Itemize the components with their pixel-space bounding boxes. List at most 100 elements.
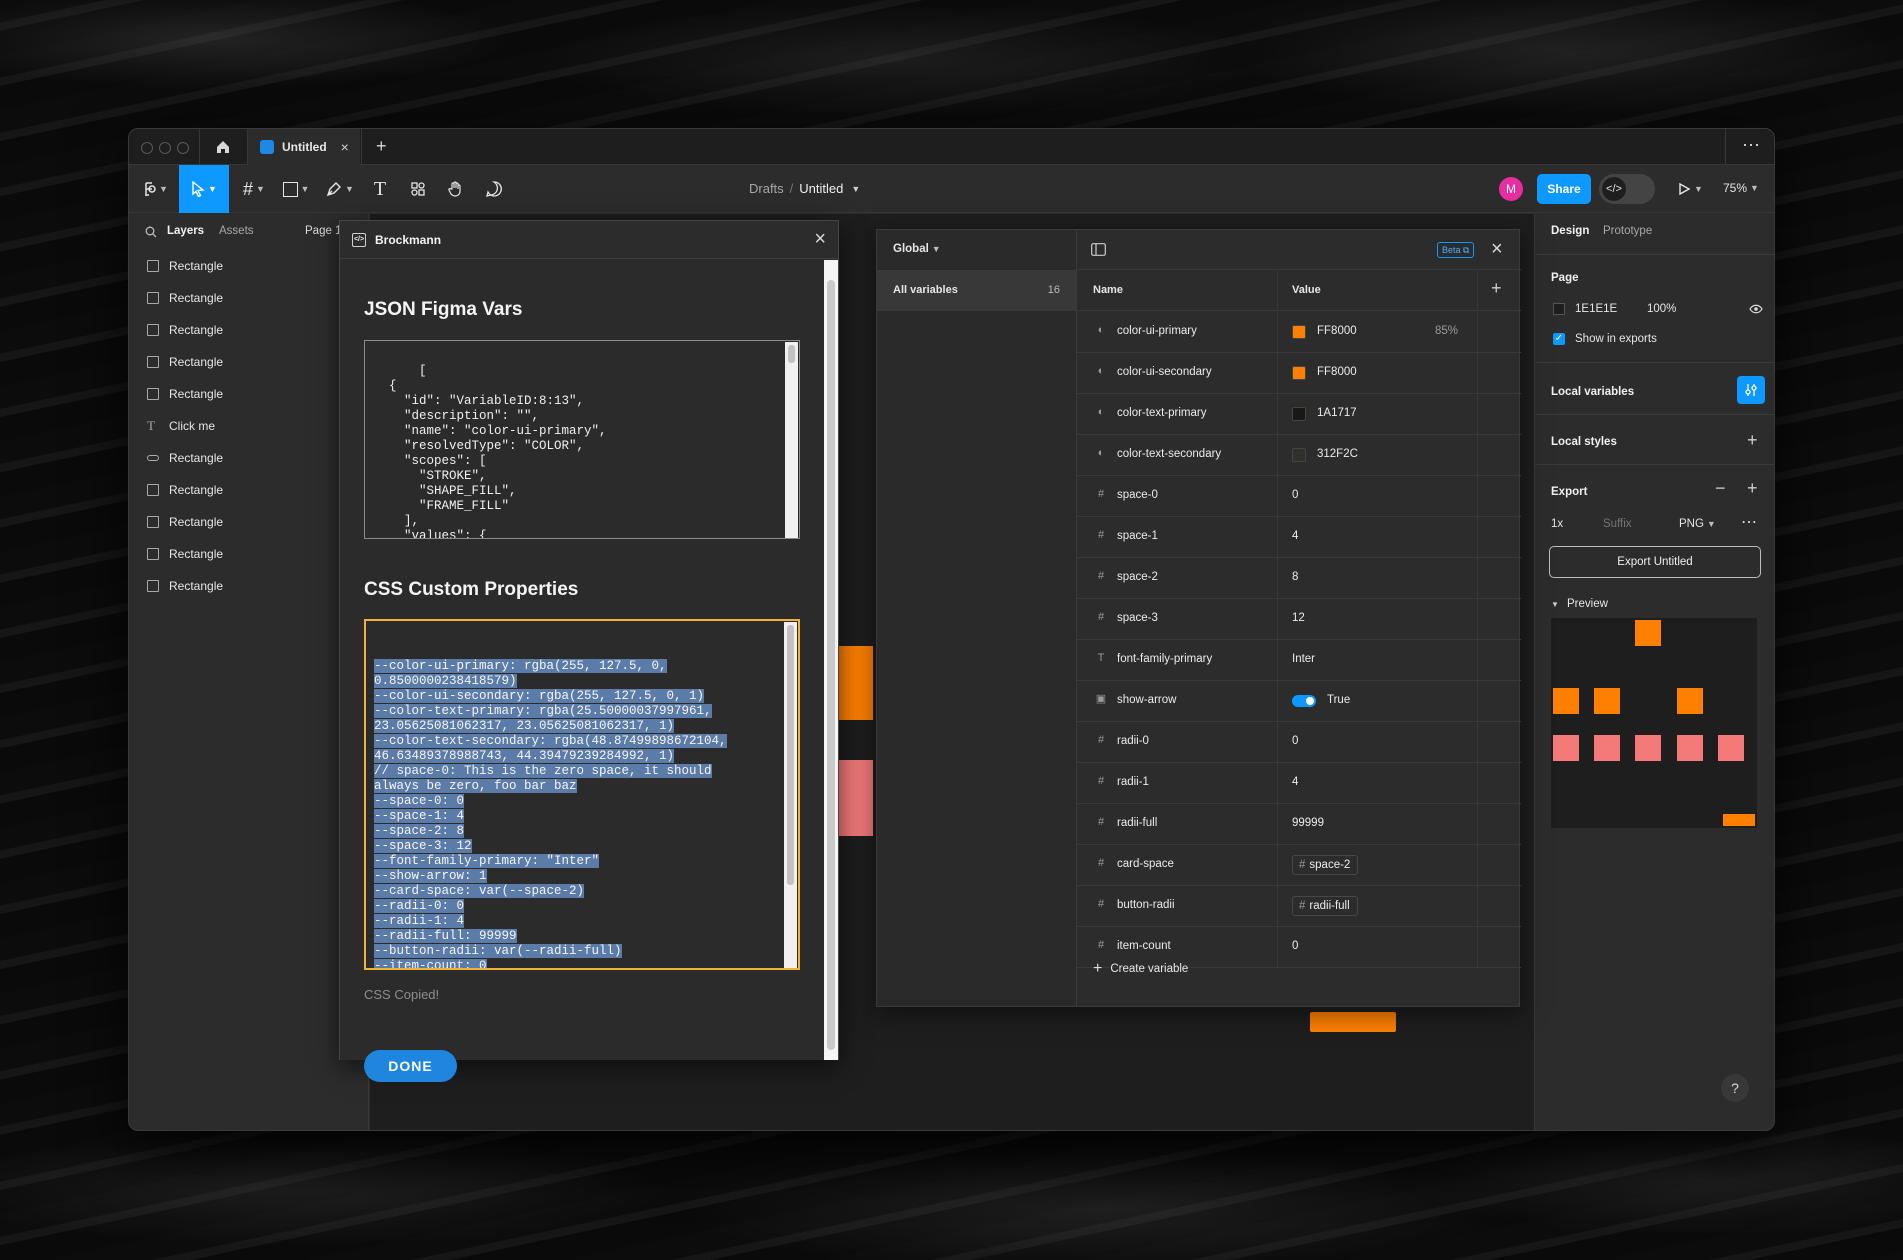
layer-item[interactable]: Rectangle xyxy=(147,384,223,404)
variable-alpha[interactable]: 85% xyxy=(1435,325,1458,337)
shape-tool-button[interactable]: ▼ xyxy=(277,165,315,213)
layer-item[interactable]: T Click me xyxy=(147,416,215,436)
canvas-pink-rect[interactable] xyxy=(833,760,873,836)
variable-row[interactable]: # radii-1 4 xyxy=(1077,763,1521,804)
show-in-exports-checkbox[interactable]: ✓ xyxy=(1553,333,1565,345)
layer-item[interactable]: Rectangle xyxy=(147,256,223,276)
variable-row[interactable]: ◐ color-ui-secondary FF8000 xyxy=(1077,353,1521,394)
variable-row[interactable]: # space-1 4 xyxy=(1077,517,1521,558)
layer-item[interactable]: Rectangle xyxy=(147,512,223,532)
variable-value[interactable]: 8 xyxy=(1292,571,1298,583)
variable-value[interactable]: 4 xyxy=(1292,776,1298,788)
color-swatch[interactable] xyxy=(1292,366,1306,380)
layer-item[interactable]: Rectangle xyxy=(147,352,223,372)
variable-value[interactable]: 312F2C xyxy=(1317,448,1358,460)
css-scrollbar[interactable] xyxy=(784,622,797,968)
chevron-down-icon[interactable]: ▼ xyxy=(851,184,860,194)
close-window-button[interactable] xyxy=(141,142,153,154)
page-color-value[interactable]: 1E1E1E xyxy=(1575,303,1617,315)
variable-row[interactable]: Tfont-family-primary Inter xyxy=(1077,640,1521,681)
open-variables-button[interactable] xyxy=(1737,376,1765,404)
close-plugin-icon[interactable]: × xyxy=(814,228,826,251)
new-tab-button[interactable]: + xyxy=(376,136,387,157)
collection-dropdown[interactable]: Global ▼ xyxy=(893,243,941,255)
all-variables-item[interactable]: All variables 16 xyxy=(877,271,1076,311)
done-button[interactable]: DONE xyxy=(364,1050,457,1082)
frame-tool-button[interactable]: # ▼ xyxy=(235,165,273,213)
sidebar-toggle-icon[interactable] xyxy=(1091,243,1106,256)
layer-item[interactable]: Rectangle xyxy=(147,320,223,340)
page-selector[interactable]: Page 1 xyxy=(305,225,341,237)
share-button[interactable]: Share xyxy=(1537,174,1591,204)
variable-name[interactable]: radii-0 xyxy=(1117,735,1149,747)
layer-item[interactable]: Rectangle xyxy=(147,288,223,308)
color-swatch[interactable] xyxy=(1292,407,1306,421)
boolean-toggle[interactable] xyxy=(1292,695,1316,707)
tab-design[interactable]: Design xyxy=(1551,225,1589,237)
json-scrollbar[interactable] xyxy=(785,342,798,538)
variable-value[interactable]: Inter xyxy=(1292,653,1315,665)
tab-untitled[interactable]: Untitled × xyxy=(248,129,360,165)
variable-row[interactable]: # space-2 8 xyxy=(1077,558,1521,599)
hand-tool-button[interactable] xyxy=(441,165,471,213)
color-swatch[interactable] xyxy=(1292,325,1306,339)
help-button[interactable]: ? xyxy=(1721,1074,1749,1102)
alias-chip[interactable]: # radii-full xyxy=(1292,896,1358,916)
variable-name[interactable]: item-count xyxy=(1117,940,1171,952)
variable-name[interactable]: card-space xyxy=(1117,858,1174,870)
layer-item[interactable]: Rectangle xyxy=(147,544,223,564)
search-icon[interactable] xyxy=(145,226,157,238)
canvas-button-rect[interactable] xyxy=(1310,1012,1396,1032)
variable-value[interactable]: 4 xyxy=(1292,530,1298,542)
add-column-icon[interactable]: + xyxy=(1491,278,1502,299)
variable-value[interactable]: True xyxy=(1327,694,1350,706)
variable-value[interactable]: 99999 xyxy=(1292,817,1324,829)
alias-chip[interactable]: # space-2 xyxy=(1292,855,1359,875)
layer-item[interactable]: Rectangle xyxy=(147,448,223,468)
tab-assets[interactable]: Assets xyxy=(219,225,254,237)
variable-row[interactable]: # radii-full 99999 xyxy=(1077,804,1521,845)
beta-badge[interactable]: Beta ⧉ xyxy=(1437,242,1475,258)
tab-layers[interactable]: Layers xyxy=(167,225,204,237)
variable-name[interactable]: radii-full xyxy=(1117,817,1157,829)
variable-value[interactable]: 0 xyxy=(1292,735,1298,747)
variable-name[interactable]: radii-1 xyxy=(1117,776,1149,788)
variable-value[interactable]: 0 xyxy=(1292,940,1298,952)
add-export-icon[interactable]: + xyxy=(1747,478,1758,499)
variable-name[interactable]: color-ui-primary xyxy=(1117,325,1197,337)
variable-value[interactable]: 12 xyxy=(1292,612,1305,624)
home-icon[interactable] xyxy=(215,139,231,155)
plugin-scrollbar[interactable] xyxy=(824,260,838,1060)
text-tool-button[interactable]: T xyxy=(365,165,395,213)
variable-row[interactable]: # card-space # space-2 xyxy=(1077,845,1521,886)
color-swatch[interactable] xyxy=(1292,448,1306,462)
more-options-icon[interactable]: ⋯ xyxy=(1742,135,1760,156)
variable-row[interactable]: ◐ color-text-primary 1A1717 xyxy=(1077,394,1521,435)
preview-toggle-icon[interactable]: ▼ xyxy=(1551,600,1559,609)
maximize-window-button[interactable] xyxy=(177,142,189,154)
export-button[interactable]: Export Untitled xyxy=(1549,546,1761,578)
pen-tool-button[interactable]: ▼ xyxy=(321,165,359,213)
variable-name[interactable]: color-text-secondary xyxy=(1117,448,1221,460)
export-options-icon[interactable]: ⋯ xyxy=(1741,512,1757,532)
add-style-icon[interactable]: + xyxy=(1747,430,1758,451)
close-variables-icon[interactable]: × xyxy=(1491,238,1503,261)
export-format-dropdown[interactable]: PNG ▼ xyxy=(1679,518,1716,530)
page-color-swatch[interactable] xyxy=(1553,303,1565,315)
variable-name[interactable]: space-0 xyxy=(1117,489,1158,501)
remove-export-icon[interactable]: − xyxy=(1715,478,1726,499)
variable-name[interactable]: space-3 xyxy=(1117,612,1158,624)
json-textarea[interactable]: [ { "id": "VariableID:8:13", "descriptio… xyxy=(364,340,800,539)
avatar[interactable]: M xyxy=(1499,177,1523,201)
export-suffix-input[interactable] xyxy=(1603,513,1667,535)
variable-name[interactable]: show-arrow xyxy=(1117,694,1176,706)
variable-row[interactable]: ▣ show-arrow True xyxy=(1077,681,1521,722)
variable-value[interactable]: 0 xyxy=(1292,489,1298,501)
minimize-window-button[interactable] xyxy=(159,142,171,154)
file-name[interactable]: Untitled xyxy=(799,181,843,196)
variable-value[interactable]: 1A1717 xyxy=(1317,407,1357,419)
present-button[interactable]: ▼ xyxy=(1673,165,1707,213)
variable-row[interactable]: ◐ color-ui-primary FF8000 85% xyxy=(1077,312,1521,353)
variable-name[interactable]: space-2 xyxy=(1117,571,1158,583)
comment-tool-button[interactable] xyxy=(479,165,509,213)
